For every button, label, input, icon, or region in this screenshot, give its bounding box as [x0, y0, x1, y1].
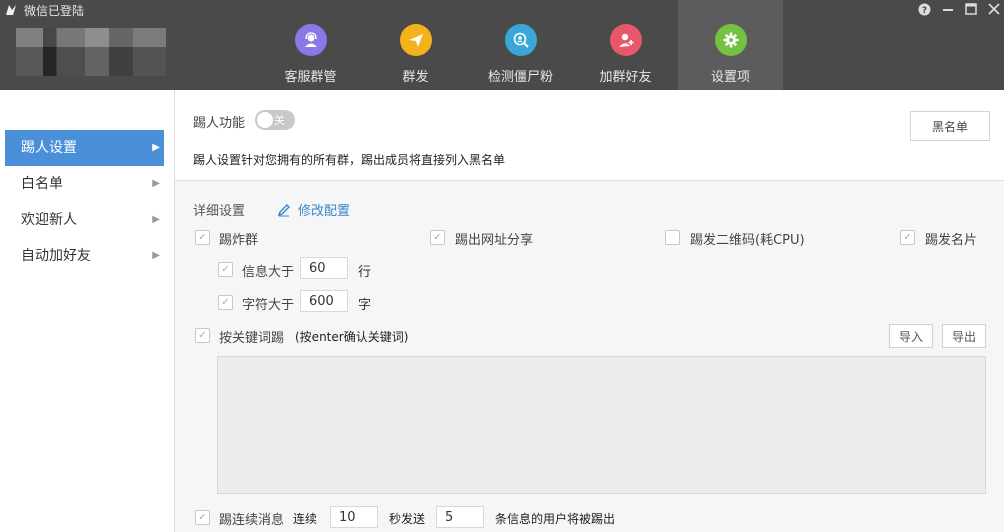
msg-over-label: 信息大于	[242, 265, 295, 280]
export-button[interactable]: 导出	[942, 324, 986, 348]
edit-config-label: 修改配置	[298, 204, 351, 219]
sidebar-item-label: 欢迎新人	[21, 212, 77, 228]
app-logo-icon	[6, 5, 16, 15]
keyword-hint: (按enter确认关键词)	[295, 330, 409, 344]
blacklist-button[interactable]: 黑名单	[910, 111, 990, 141]
nav-label: 加群好友	[599, 70, 652, 85]
char-over-label: 字符大于	[242, 298, 295, 313]
window-controls: ?	[916, 0, 1002, 18]
nav-label: 客服群管	[284, 70, 337, 85]
close-icon[interactable]	[985, 1, 1002, 18]
settings-panel: 踢人功能 关 黑名单 踢人设置针对您拥有的所有群，踢出成员将直接列入黑名单 详细…	[175, 90, 1004, 532]
nav-detect-zombie[interactable]: 检测僵尸粉	[468, 0, 573, 90]
consecutive-prefix: 连续	[293, 512, 318, 526]
qrcode-checkbox[interactable]	[665, 230, 680, 245]
kick-function-toggle[interactable]: 关	[255, 110, 295, 130]
sidebar-item-welcome[interactable]: 欢迎新人 ▶	[5, 202, 164, 238]
nav-settings[interactable]: 设置项	[678, 0, 783, 90]
minimize-icon[interactable]	[939, 1, 956, 18]
consecutive-mid: 秒发送	[389, 512, 426, 526]
consecutive-checkbox[interactable]	[195, 510, 210, 525]
sidebar-item-label: 自动加好友	[21, 248, 91, 264]
sidebar-item-label: 踢人设置	[21, 140, 77, 156]
qrcode-label: 踢发二维码(耗CPU)	[690, 233, 805, 248]
nav-customer-group[interactable]: 客服群管	[258, 0, 363, 90]
toggle-state-text: 关	[274, 114, 285, 127]
detail-settings-label: 详细设置	[193, 204, 246, 219]
help-icon[interactable]: ?	[916, 1, 933, 18]
msg-over-unit: 行	[358, 265, 372, 280]
url-share-label: 踢出网址分享	[455, 233, 534, 248]
window-title: 微信已登陆	[4, 2, 84, 18]
nav-broadcast[interactable]: 群发	[363, 0, 468, 90]
msg-over-input[interactable]: 60	[300, 257, 348, 279]
kick-function-label: 踢人功能	[193, 116, 246, 131]
keyword-textarea[interactable]	[217, 356, 986, 494]
chevron-right-icon: ▶	[152, 178, 160, 189]
url-share-checkbox[interactable]	[430, 230, 445, 245]
flood-checkbox[interactable]	[195, 230, 210, 245]
main-nav: 客服群管 群发 检测僵尸粉 加群好友 设置项	[258, 0, 783, 90]
card-label: 踢发名片	[925, 233, 978, 248]
add-friend-icon	[609, 24, 642, 56]
kick-function-section: 踢人功能 关 黑名单 踢人设置针对您拥有的所有群，踢出成员将直接列入黑名单	[175, 90, 1004, 181]
sidebar-item-kick-settings[interactable]: 踢人设置 ▶	[5, 130, 164, 166]
flood-label: 踢炸群	[219, 233, 259, 248]
chevron-right-icon: ▶	[152, 250, 160, 261]
top-bar: 微信已登陆 ? 客服群管 群发 检测僵尸粉 加群好友 设置项	[0, 0, 1004, 90]
svg-text:?: ?	[922, 6, 927, 16]
nav-label: 群发	[402, 70, 429, 85]
toggle-knob	[257, 112, 273, 128]
card-checkbox[interactable]	[900, 230, 915, 245]
customer-service-icon	[294, 24, 327, 56]
char-over-unit: 字	[358, 298, 372, 313]
avatar-blurred	[16, 28, 166, 76]
msg-over-checkbox[interactable]	[218, 262, 233, 277]
sidebar-item-label: 白名单	[21, 176, 63, 192]
send-icon	[399, 24, 432, 56]
keyword-checkbox[interactable]	[195, 328, 210, 343]
nav-label: 设置项	[710, 70, 750, 85]
detail-settings-section: 详细设置 修改配置 踢炸群 踢出网址分享 踢发二维码(耗CPU) 踢发名片 信息…	[175, 181, 1004, 532]
consecutive-count-input[interactable]: 5	[436, 506, 484, 528]
detect-icon	[504, 24, 537, 56]
sidebar-item-whitelist[interactable]: 白名单 ▶	[5, 166, 164, 202]
char-over-checkbox[interactable]	[218, 295, 233, 310]
sidebar: 踢人设置 ▶ 白名单 ▶ 欢迎新人 ▶ 自动加好友 ▶	[0, 90, 175, 532]
window-title-text: 微信已登陆	[24, 3, 85, 18]
kick-notice-text: 踢人设置针对您拥有的所有群，踢出成员将直接列入黑名单	[193, 153, 506, 167]
nav-add-friend[interactable]: 加群好友	[573, 0, 678, 90]
pencil-icon	[277, 203, 290, 216]
keyword-label: 按关键词踢	[219, 331, 285, 346]
consecutive-label: 踢连续消息	[219, 513, 285, 528]
gear-icon	[714, 24, 747, 56]
import-button[interactable]: 导入	[889, 324, 933, 348]
consecutive-suffix: 条信息的用户将被踢出	[495, 512, 616, 526]
chevron-right-icon: ▶	[152, 142, 160, 153]
chevron-right-icon: ▶	[152, 214, 160, 225]
nav-label: 检测僵尸粉	[487, 70, 553, 85]
sidebar-item-auto-add-friend[interactable]: 自动加好友 ▶	[5, 238, 164, 274]
maximize-icon[interactable]	[962, 1, 979, 18]
char-over-input[interactable]: 600	[300, 290, 348, 312]
consecutive-seconds-input[interactable]: 10	[330, 506, 378, 528]
edit-config-link[interactable]: 修改配置	[277, 200, 350, 219]
